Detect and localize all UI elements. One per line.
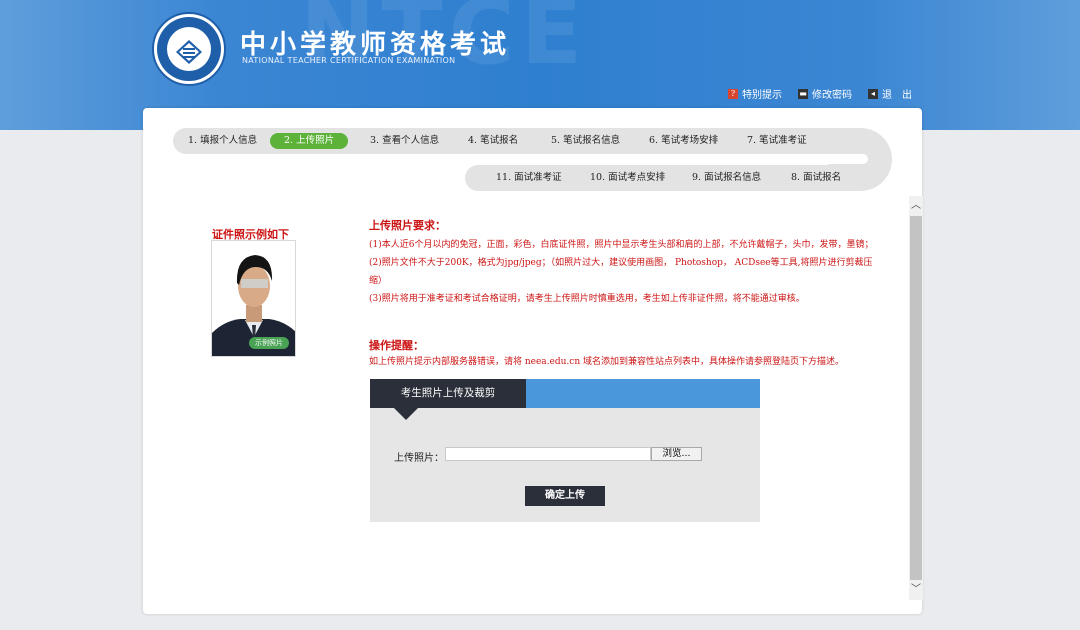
upload-field-label: 上传照片：	[394, 453, 444, 464]
step-view-personal-info[interactable]: 3. 查看个人信息	[370, 133, 439, 149]
logout-label: 退 出	[882, 90, 912, 101]
scrollbar-thumb[interactable]	[910, 216, 922, 580]
special-notice-label: 特别提示	[742, 90, 782, 101]
step-interview-registration-info[interactable]: 9. 面试报名信息	[692, 170, 761, 186]
site-subtitle: NATIONAL TEACHER CERTIFICATION EXAMINATI…	[242, 56, 456, 65]
scroll-up-icon[interactable]: ︿	[909, 198, 923, 214]
password-icon: ▬	[798, 88, 808, 99]
step-interview-venue-arrangement[interactable]: 10. 面试考点安排	[590, 170, 665, 186]
steps-band-gap	[828, 154, 868, 164]
steps-track: 1. 填报个人信息 2. 上传照片 3. 查看个人信息 4. 笔试报名 5. 笔…	[173, 128, 893, 192]
step-written-admission-ticket[interactable]: 7. 笔试准考证	[747, 133, 807, 149]
requirement-line: (3)照片将用于准考证和考试合格证明，请考生上传照片时慎重选用，考生如上传非证件…	[369, 294, 805, 304]
step-written-exam-arrangement[interactable]: 6. 笔试考场安排	[649, 133, 718, 149]
operation-reminder: 操作提醒： 如上传照片提示内部服务器错误，请将 neea.edu.cn 域名添加…	[369, 338, 874, 371]
step-interview-admission-ticket[interactable]: 11. 面试准考证	[496, 170, 562, 186]
scroll-down-icon[interactable]: ﹀	[909, 582, 923, 598]
step-interview-registration[interactable]: 8. 面试报名	[791, 170, 841, 186]
logout-icon: ◂	[868, 88, 878, 99]
upload-panel: 考生照片上传及裁剪 上传照片： 浏览... 确定上传	[370, 379, 760, 522]
notice-icon: ?	[728, 88, 738, 99]
logout-link[interactable]: ◂ 退 出	[868, 86, 912, 101]
requirement-line: (1)本人近6个月以内的免冠，正面，彩色，白底证件照，照片中显示考生头部和肩的上…	[369, 240, 874, 250]
upload-panel-tab: 考生照片上传及裁剪	[370, 379, 526, 408]
step-fill-personal-info[interactable]: 1. 填报个人信息	[188, 133, 257, 149]
logo-icon	[152, 12, 226, 86]
upload-file-input[interactable]	[445, 447, 651, 461]
step-upload-photo[interactable]: 2. 上传照片	[270, 133, 349, 149]
operation-heading: 操作提醒：	[369, 339, 424, 352]
photo-requirements: 上传照片要求： (1)本人近6个月以内的免冠，正面，彩色，白底证件照，照片中显示…	[369, 218, 874, 308]
vertical-scrollbar[interactable]: ︿ ﹀	[909, 196, 923, 600]
browse-button[interactable]: 浏览...	[651, 447, 702, 461]
change-password-link[interactable]: ▬ 修改密码	[798, 86, 852, 101]
step-written-registration[interactable]: 4. 笔试报名	[468, 133, 518, 149]
special-notice-link[interactable]: ? 特别提示	[728, 86, 782, 101]
example-photo-badge: 示例照片	[249, 337, 289, 349]
operation-text: 如上传照片提示内部服务器错误，请将 neea.edu.cn 域名添加到兼容性站点…	[369, 357, 844, 367]
top-links: ? 特别提示 ▬ 修改密码 ◂ 退 出	[728, 86, 912, 101]
requirement-line: (2)照片文件不大于200K，格式为jpg/jpeg；（如照片过大，建议使用画图…	[369, 258, 873, 286]
change-password-label: 修改密码	[812, 90, 852, 101]
requirements-heading: 上传照片要求：	[369, 219, 446, 232]
tab-pointer-icon	[394, 408, 418, 420]
step-written-registration-info[interactable]: 5. 笔试报名信息	[551, 133, 620, 149]
confirm-upload-button[interactable]: 确定上传	[525, 486, 605, 506]
